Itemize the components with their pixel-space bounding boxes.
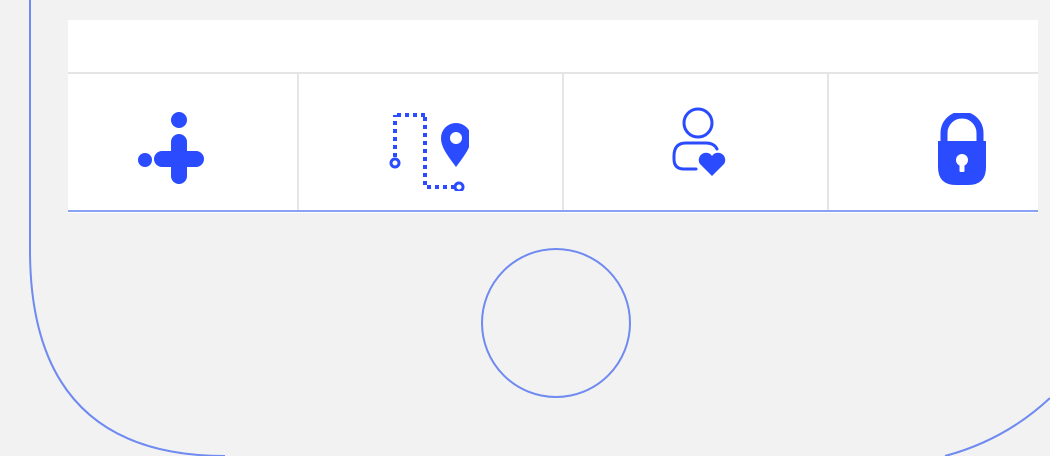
tab-add[interactable] — [68, 74, 299, 210]
lock-icon — [937, 113, 986, 185]
home-button[interactable] — [481, 248, 631, 398]
tab-favourites[interactable] — [564, 74, 829, 210]
bottom-tab-bar — [68, 72, 1038, 212]
route-pin-icon — [389, 113, 469, 191]
user-heart-icon — [672, 107, 725, 176]
tab-security[interactable] — [829, 74, 1038, 210]
add-dots-icon — [137, 112, 204, 184]
tab-route[interactable] — [299, 74, 564, 210]
